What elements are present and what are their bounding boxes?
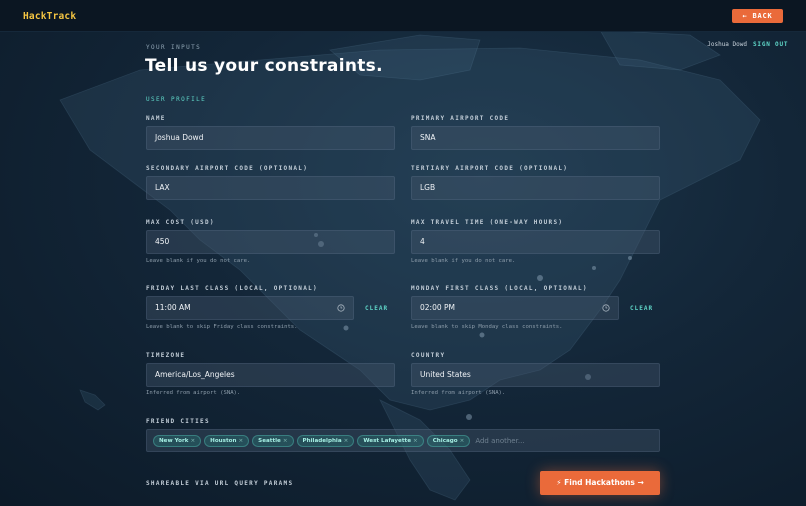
friend-cities-label: FRIEND CITIES (146, 418, 210, 425)
sign-out-button[interactable]: SIGN OUT (753, 41, 788, 48)
chip-label: Chicago (432, 437, 458, 444)
monday-first-class-input[interactable]: 02:00 PM (411, 296, 619, 320)
clock-icon[interactable] (337, 304, 345, 312)
primary-airport-input[interactable]: SNA (411, 126, 660, 150)
country-hint: Inferred from airport (SNA). (411, 390, 506, 396)
friend-city-chip[interactable]: Philadelphia × (296, 434, 355, 447)
monday-clear-button[interactable]: CLEAR (630, 305, 653, 312)
max-travel-time-label: MAX TRAVEL TIME (ONE-WAY HOURS) (411, 219, 564, 226)
friday-clear-button[interactable]: CLEAR (365, 305, 388, 312)
friend-cities-input[interactable]: New York × Houston × Seattle × Philadelphia… (146, 429, 660, 452)
user-name: Joshua Dowd (707, 41, 747, 48)
secondary-airport-input[interactable]: LAX (146, 176, 395, 200)
add-friend-city-input[interactable] (475, 436, 616, 445)
chip-label: Philadelphia (302, 437, 342, 444)
timezone-hint: Inferred from airport (SNA). (146, 390, 241, 396)
friend-city-chip[interactable]: Seattle × (252, 434, 294, 447)
monday-first-class-hint: Leave blank to skip Monday class constra… (411, 324, 563, 330)
max-travel-time-input[interactable]: 4 (411, 230, 660, 254)
friday-last-class-hint: Leave blank to skip Friday class constra… (146, 324, 298, 330)
friday-last-class-input[interactable]: 11:00 AM (146, 296, 354, 320)
chip-label: Houston (210, 437, 237, 444)
monday-first-class-label: MONDAY FIRST CLASS (LOCAL, OPTIONAL) (411, 285, 588, 292)
top-bar: HackTrack ← BACK (0, 0, 806, 32)
remove-chip-icon[interactable]: × (283, 436, 288, 446)
clock-icon[interactable] (602, 304, 610, 312)
friend-city-chip[interactable]: Houston × (204, 434, 250, 447)
friday-last-class-value: 11:00 AM (155, 303, 191, 312)
monday-first-class-value: 02:00 PM (420, 303, 455, 312)
remove-chip-icon[interactable]: × (190, 436, 195, 446)
remove-chip-icon[interactable]: × (460, 436, 465, 446)
remove-chip-icon[interactable]: × (413, 436, 418, 446)
find-hackathons-button[interactable]: ⚡ Find Hackathons → (540, 471, 660, 495)
chip-label: West Lafayette (363, 437, 411, 444)
remove-chip-icon[interactable]: × (344, 436, 349, 446)
section-label-user-profile: USER PROFILE (146, 96, 207, 103)
primary-airport-label: PRIMARY AIRPORT CODE (411, 115, 510, 122)
friday-last-class-label: FRIDAY LAST CLASS (LOCAL, OPTIONAL) (146, 285, 318, 292)
tertiary-airport-label: TERTIARY AIRPORT CODE (OPTIONAL) (411, 165, 569, 172)
name-label: NAME (146, 115, 166, 122)
page-title: Tell us your constraints. (145, 56, 383, 76)
back-button[interactable]: ← BACK (732, 9, 783, 23)
secondary-airport-label: SECONDARY AIRPORT CODE (OPTIONAL) (146, 165, 309, 172)
max-travel-time-hint: Leave blank if you do not care. (411, 258, 516, 264)
country-label: COUNTRY (411, 352, 446, 359)
friend-city-chip[interactable]: West Lafayette × (357, 434, 424, 447)
timezone-label: TIMEZONE (146, 352, 186, 359)
chip-label: Seattle (258, 437, 281, 444)
timezone-input[interactable]: America/Los_Angeles (146, 363, 395, 387)
name-input[interactable]: Joshua Dowd (146, 126, 395, 150)
tertiary-airport-input[interactable]: LGB (411, 176, 660, 200)
shareable-note: SHAREABLE VIA URL QUERY PARAMS (146, 480, 294, 487)
max-cost-label: MAX COST (USD) (146, 219, 215, 226)
page-eyebrow: YOUR INPUTS (146, 44, 202, 51)
country-input[interactable]: United States (411, 363, 660, 387)
remove-chip-icon[interactable]: × (238, 436, 243, 446)
friend-city-chip[interactable]: Chicago × (426, 434, 471, 447)
friend-city-chip[interactable]: New York × (153, 434, 202, 447)
chip-label: New York (159, 437, 189, 444)
app-logo[interactable]: HackTrack (23, 11, 76, 22)
max-cost-input[interactable]: 450 (146, 230, 395, 254)
max-cost-hint: Leave blank if you do not care. (146, 258, 251, 264)
